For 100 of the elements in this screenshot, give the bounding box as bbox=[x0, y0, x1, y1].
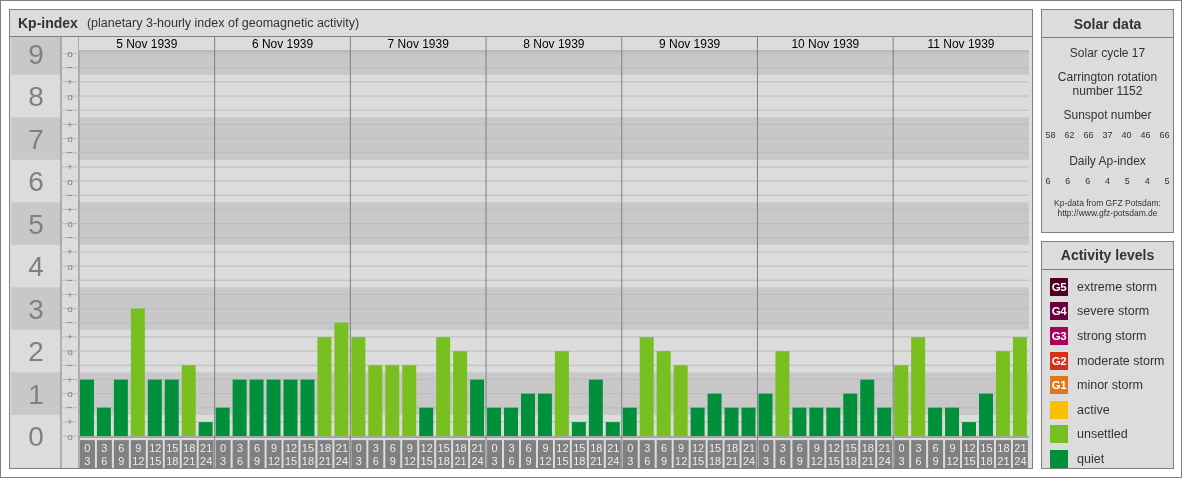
storm-level-badge: G1 bbox=[1050, 376, 1068, 395]
time-slot-label: 18 21 bbox=[995, 440, 1011, 468]
time-slot-label: 9 12 bbox=[809, 440, 825, 468]
time-slot-label: 3 6 bbox=[232, 440, 248, 468]
time-slot-label: 18 21 bbox=[181, 440, 197, 468]
time-slot-label: 3 6 bbox=[639, 440, 655, 468]
date-label: 10 Nov 1939 bbox=[791, 36, 860, 51]
scale-digit: 5 bbox=[28, 208, 44, 240]
kp-bar bbox=[487, 407, 502, 437]
storm-level-badge: G5 bbox=[1050, 277, 1068, 296]
time-slot-label: 6 9 bbox=[249, 440, 265, 468]
time-slot-label: 12 15 bbox=[554, 440, 570, 468]
solar-cycle-text: Solar cycle 17 bbox=[1069, 46, 1146, 60]
time-slot-label: 0 3 bbox=[487, 440, 503, 468]
time-slot-label: 0 3 bbox=[351, 440, 367, 468]
scale-mark: − bbox=[67, 232, 73, 244]
kp-bar bbox=[504, 407, 518, 437]
scale-digit: 9 bbox=[28, 38, 44, 70]
kp-bar bbox=[385, 365, 400, 437]
time-slot-label: 3 6 bbox=[96, 440, 112, 468]
kp-bar bbox=[521, 393, 535, 437]
kp-bar bbox=[571, 422, 586, 437]
time-slot-label: 3 6 bbox=[504, 440, 519, 468]
scale-mark: − bbox=[67, 274, 73, 286]
scale-mark: o bbox=[67, 260, 73, 272]
scale-digit: 7 bbox=[28, 123, 44, 155]
kp-bar bbox=[792, 407, 807, 437]
time-slot-label: 6 9 bbox=[928, 440, 944, 468]
level-label: moderate storm bbox=[1077, 353, 1165, 368]
level-label: extreme storm bbox=[1077, 279, 1157, 294]
date-label: 9 Nov 1939 bbox=[659, 36, 721, 51]
sunspot-value: 62 bbox=[1064, 130, 1075, 140]
kp-bar bbox=[860, 379, 875, 437]
time-slot-label: 15 18 bbox=[164, 440, 180, 468]
scale-digit: 1 bbox=[28, 378, 44, 410]
time-slot-label: 18 21 bbox=[588, 440, 604, 468]
panel-title: Kp-index bbox=[18, 14, 78, 31]
carrington-rotation-text: Carrington rotation number 1152 bbox=[1056, 70, 1159, 98]
kp-bar bbox=[945, 407, 960, 437]
time-slot-label: 15 18 bbox=[300, 440, 316, 468]
ap-index-value: 4 bbox=[1105, 176, 1110, 186]
time-slot-label: 6 9 bbox=[113, 440, 129, 468]
scale-mark: − bbox=[67, 62, 73, 74]
scale-mark: o bbox=[67, 175, 73, 187]
scale-digit: 0 bbox=[28, 421, 44, 453]
scale-mark: − bbox=[67, 402, 73, 414]
level-label: unsettled bbox=[1077, 427, 1128, 442]
time-slot-label: 0 3 bbox=[215, 440, 231, 468]
scale-mark: o bbox=[67, 345, 73, 357]
scale-digit: 2 bbox=[28, 336, 44, 368]
time-slot-label: 21 24 bbox=[605, 440, 621, 468]
scale-mark: o bbox=[67, 133, 73, 144]
credit-text: Kp-data from GFZ Potsdam: bbox=[1054, 198, 1161, 208]
scale-mark: o bbox=[67, 90, 73, 102]
ap-index-value: 5 bbox=[1124, 176, 1130, 186]
level-label: minor storm bbox=[1077, 378, 1143, 393]
level-label: strong storm bbox=[1077, 329, 1147, 344]
level-label: active bbox=[1077, 402, 1110, 417]
time-slot-label: 12 15 bbox=[419, 440, 435, 468]
scale-mark: + bbox=[67, 288, 73, 300]
time-slot-label: 18 21 bbox=[860, 440, 876, 468]
time-slot-label: 6 9 bbox=[521, 440, 536, 468]
scale-mark: + bbox=[67, 416, 73, 428]
scale-mark: − bbox=[67, 189, 73, 201]
kp-bar bbox=[979, 393, 993, 437]
kp-bar bbox=[928, 407, 943, 437]
time-slot-label: 18 21 bbox=[317, 440, 333, 468]
time-slot-label: 15 18 bbox=[843, 440, 859, 468]
scale-digit: 8 bbox=[28, 81, 44, 112]
date-label: 7 Nov 1939 bbox=[387, 36, 449, 51]
time-slot-label: 15 18 bbox=[707, 440, 723, 468]
storm-level-badge: G2 bbox=[1050, 351, 1068, 370]
kp-bar bbox=[470, 379, 485, 437]
time-slot-label: 21 24 bbox=[198, 440, 214, 468]
scale-digit: 4 bbox=[28, 251, 44, 282]
kp-bar bbox=[368, 365, 383, 437]
ap-index-value: 6 bbox=[1045, 176, 1051, 186]
scale-digit: 6 bbox=[28, 166, 44, 197]
date-label: 11 Nov 1939 bbox=[927, 36, 995, 51]
time-slot-label: 12 15 bbox=[962, 440, 977, 468]
time-slot-label: 9 12 bbox=[945, 440, 961, 468]
time-slot-label: 12 15 bbox=[826, 440, 842, 468]
kp-bar bbox=[402, 365, 417, 437]
sunspot-value: 46 bbox=[1140, 130, 1151, 140]
time-slot-label: 21 24 bbox=[334, 440, 350, 468]
time-slot-label: 12 15 bbox=[690, 440, 706, 468]
time-slot-label: 3 6 bbox=[775, 440, 791, 468]
ap-index-value: 6 bbox=[1065, 176, 1071, 186]
level-label: severe storm bbox=[1077, 304, 1150, 319]
scale-mark: + bbox=[67, 118, 73, 130]
kp-bar bbox=[300, 379, 315, 437]
time-slot-label: 9 12 bbox=[402, 440, 418, 468]
time-slot-label: 15 18 bbox=[571, 440, 587, 468]
ap-index-value: 5 bbox=[1164, 176, 1170, 186]
kp-bar bbox=[877, 407, 892, 437]
time-slot-label: 21 24 bbox=[1012, 440, 1028, 468]
sunspot-value: 40 bbox=[1121, 130, 1132, 140]
ap-index-value: 4 bbox=[1144, 176, 1150, 186]
scale-mark: o bbox=[67, 218, 73, 229]
time-slot-label: 21 24 bbox=[470, 440, 486, 468]
